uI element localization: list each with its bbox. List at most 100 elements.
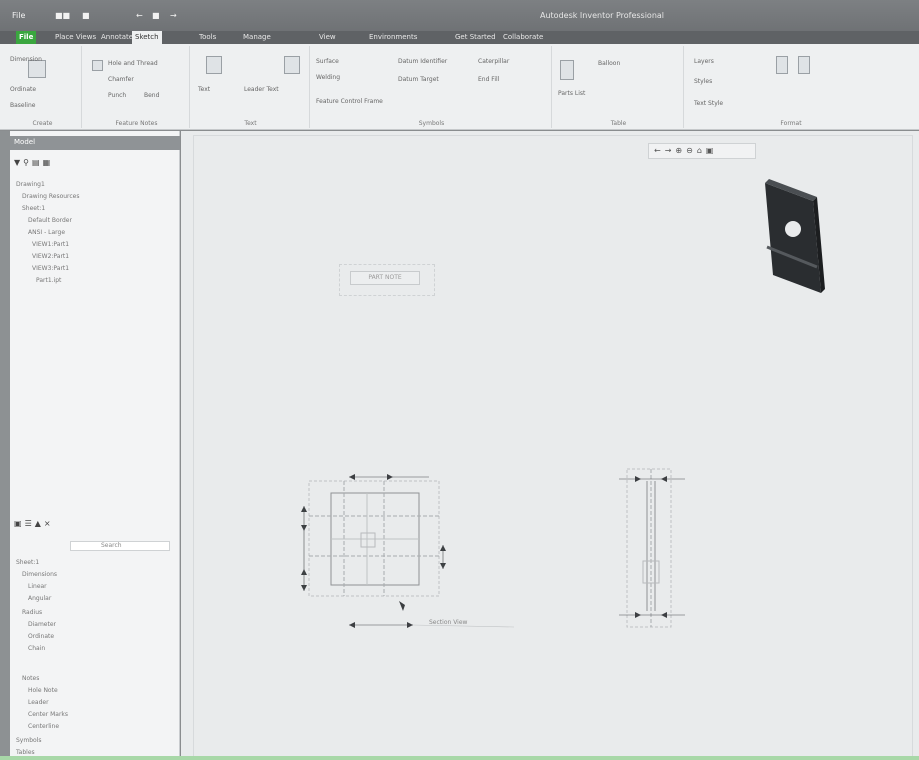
tree-item[interactable]: Drawing1 [16,181,45,189]
status-strip [0,756,919,760]
datum-identifier-button[interactable]: Datum Identifier [398,58,447,66]
tab-get-started[interactable]: Get Started [452,31,499,44]
pin-icon[interactable]: ▲ [35,519,44,528]
list-item[interactable]: Symbols [16,737,41,745]
format-style-icon [776,56,788,74]
list-item[interactable]: Notes [22,675,39,683]
surface-button[interactable]: Surface [316,58,339,66]
collapse-icon[interactable]: ▦ [43,158,54,167]
edit-style-icon [798,56,810,74]
drawing-canvas[interactable]: ←→⊕⊖⌂▣ PART NOTE Section View [181,131,919,760]
layers-button[interactable]: Layers [694,58,714,66]
list-item[interactable]: Center Marks [28,711,68,719]
caterpillar-button[interactable]: Caterpillar [478,58,509,66]
group-label-format: Format [780,120,802,127]
hole-feature [360,532,376,548]
group-label-text: Text [244,120,257,127]
tab-annotate[interactable]: Annotate [98,31,136,44]
note-text[interactable]: PART NOTE [350,271,420,285]
select-icon[interactable]: ■ [152,11,160,21]
save-icon[interactable]: ■■ [55,11,70,21]
tab-manage[interactable]: Manage [240,31,274,44]
dimension-button[interactable]: Dimension [10,56,42,64]
model-browser: Model ▼⚲▤▦ Drawing1 Drawing Resources Sh… [10,131,180,760]
ribbon-group-text: Text Leader Text Text [192,46,310,128]
tab-place-views[interactable]: Place Views [52,31,99,44]
isometric-part-view[interactable] [755,175,825,305]
filter-icon[interactable]: ▼ [14,158,23,167]
end-fill-button[interactable]: End Fill [478,76,499,84]
list-item[interactable]: Angular [28,595,51,603]
note-frame[interactable]: PART NOTE [339,264,435,296]
search-icon[interactable]: ⚲ [23,158,32,167]
grid-icon[interactable]: ▣ [14,519,25,528]
punch-button[interactable]: Punch [108,92,126,100]
tree-item[interactable]: ANSI - Large [28,229,65,237]
ordinate-button[interactable]: Ordinate [10,86,36,94]
app-menu-button[interactable]: File [12,11,25,21]
chamfer-button[interactable]: Chamfer [108,76,134,84]
view-cube-icon[interactable]: ▣ [706,146,718,155]
tab-view[interactable]: View [316,31,339,44]
browser-header: Model [10,136,180,150]
zoom-out-icon[interactable]: ⊖ [686,146,697,155]
text-style-button[interactable]: Text Style [694,100,723,108]
close-icon[interactable]: × [44,519,54,528]
parts-list-button[interactable]: Parts List [558,90,585,98]
tab-collaborate[interactable]: Collaborate [500,31,546,44]
tab-sketch[interactable]: Sketch [132,31,162,45]
zoom-in-icon[interactable]: ⊕ [675,146,686,155]
properties-search[interactable]: Search [70,541,170,551]
leader-text-icon [284,56,300,74]
tab-tools[interactable]: Tools [196,31,219,44]
open-icon[interactable]: ■ [82,11,90,21]
tree-item[interactable]: VIEW3:Part1 [32,265,69,273]
tree-item[interactable]: Sheet:1 [22,205,45,213]
tree-item[interactable]: VIEW1:Part1 [32,241,69,249]
tab-file[interactable]: File [16,31,37,44]
tree-item[interactable]: Part1.ipt [36,277,61,285]
styles-button[interactable]: Styles [694,78,712,86]
view-toolbar: ←→⊕⊖⌂▣ [648,143,756,159]
list-item[interactable]: Ordinate [28,633,54,641]
tree-item[interactable]: Drawing Resources [22,193,80,201]
list-item[interactable]: Dimensions [22,571,57,579]
tab-environments[interactable]: Environments [366,31,420,44]
undo-icon[interactable]: ← [136,11,143,21]
title-bar: File ■■ ■ ← ■ → Autodesk Inventor Profes… [0,0,919,31]
leader-text-button[interactable]: Leader Text [244,86,279,94]
side-view[interactable] [601,461,721,641]
redo-icon[interactable]: → [170,11,177,21]
list-item[interactable]: Radius [22,609,42,617]
browser-toolbar: ▼⚲▤▦ [14,158,53,168]
welding-button[interactable]: Welding [316,74,340,82]
list-item[interactable]: Leader [28,699,49,707]
view-boundary [626,468,672,628]
list-item[interactable]: Centerline [28,723,59,731]
hole-thread-button[interactable]: Hole and Thread [108,60,158,68]
bend-button[interactable]: Bend [144,92,159,100]
ribbon-tabs: File Place Views Annotate Sketch Tools M… [0,31,919,45]
ribbon-group-table: Parts List Balloon Table [554,46,684,128]
list-icon[interactable]: ☰ [25,519,35,528]
properties-toolbar: ▣☰▲× [14,519,180,533]
list-item[interactable]: Linear [28,583,47,591]
baseline-button[interactable]: Baseline [10,102,35,110]
list-item[interactable]: Hole Note [28,687,58,695]
datum-target-button[interactable]: Datum Target [398,76,439,84]
list-item[interactable]: Sheet:1 [16,559,39,567]
tree-item[interactable]: VIEW2:Part1 [32,253,69,261]
tree-item[interactable]: Default Border [28,217,72,225]
front-view[interactable]: Section View [289,451,529,641]
balloon-button[interactable]: Balloon [598,60,620,68]
list-item[interactable]: Diameter [28,621,56,629]
text-button[interactable]: Text [198,86,210,94]
group-label-create: Create [32,120,53,127]
home-icon[interactable]: ⌂ [697,146,706,155]
forward-icon[interactable]: → [665,146,676,155]
ribbon-group-format: Layers Styles Text Style Format [686,46,896,128]
back-icon[interactable]: ← [654,146,665,155]
list-item[interactable]: Chain [28,645,45,653]
feature-control-frame-button[interactable]: Feature Control Frame [316,98,383,106]
expand-icon[interactable]: ▤ [32,158,43,167]
